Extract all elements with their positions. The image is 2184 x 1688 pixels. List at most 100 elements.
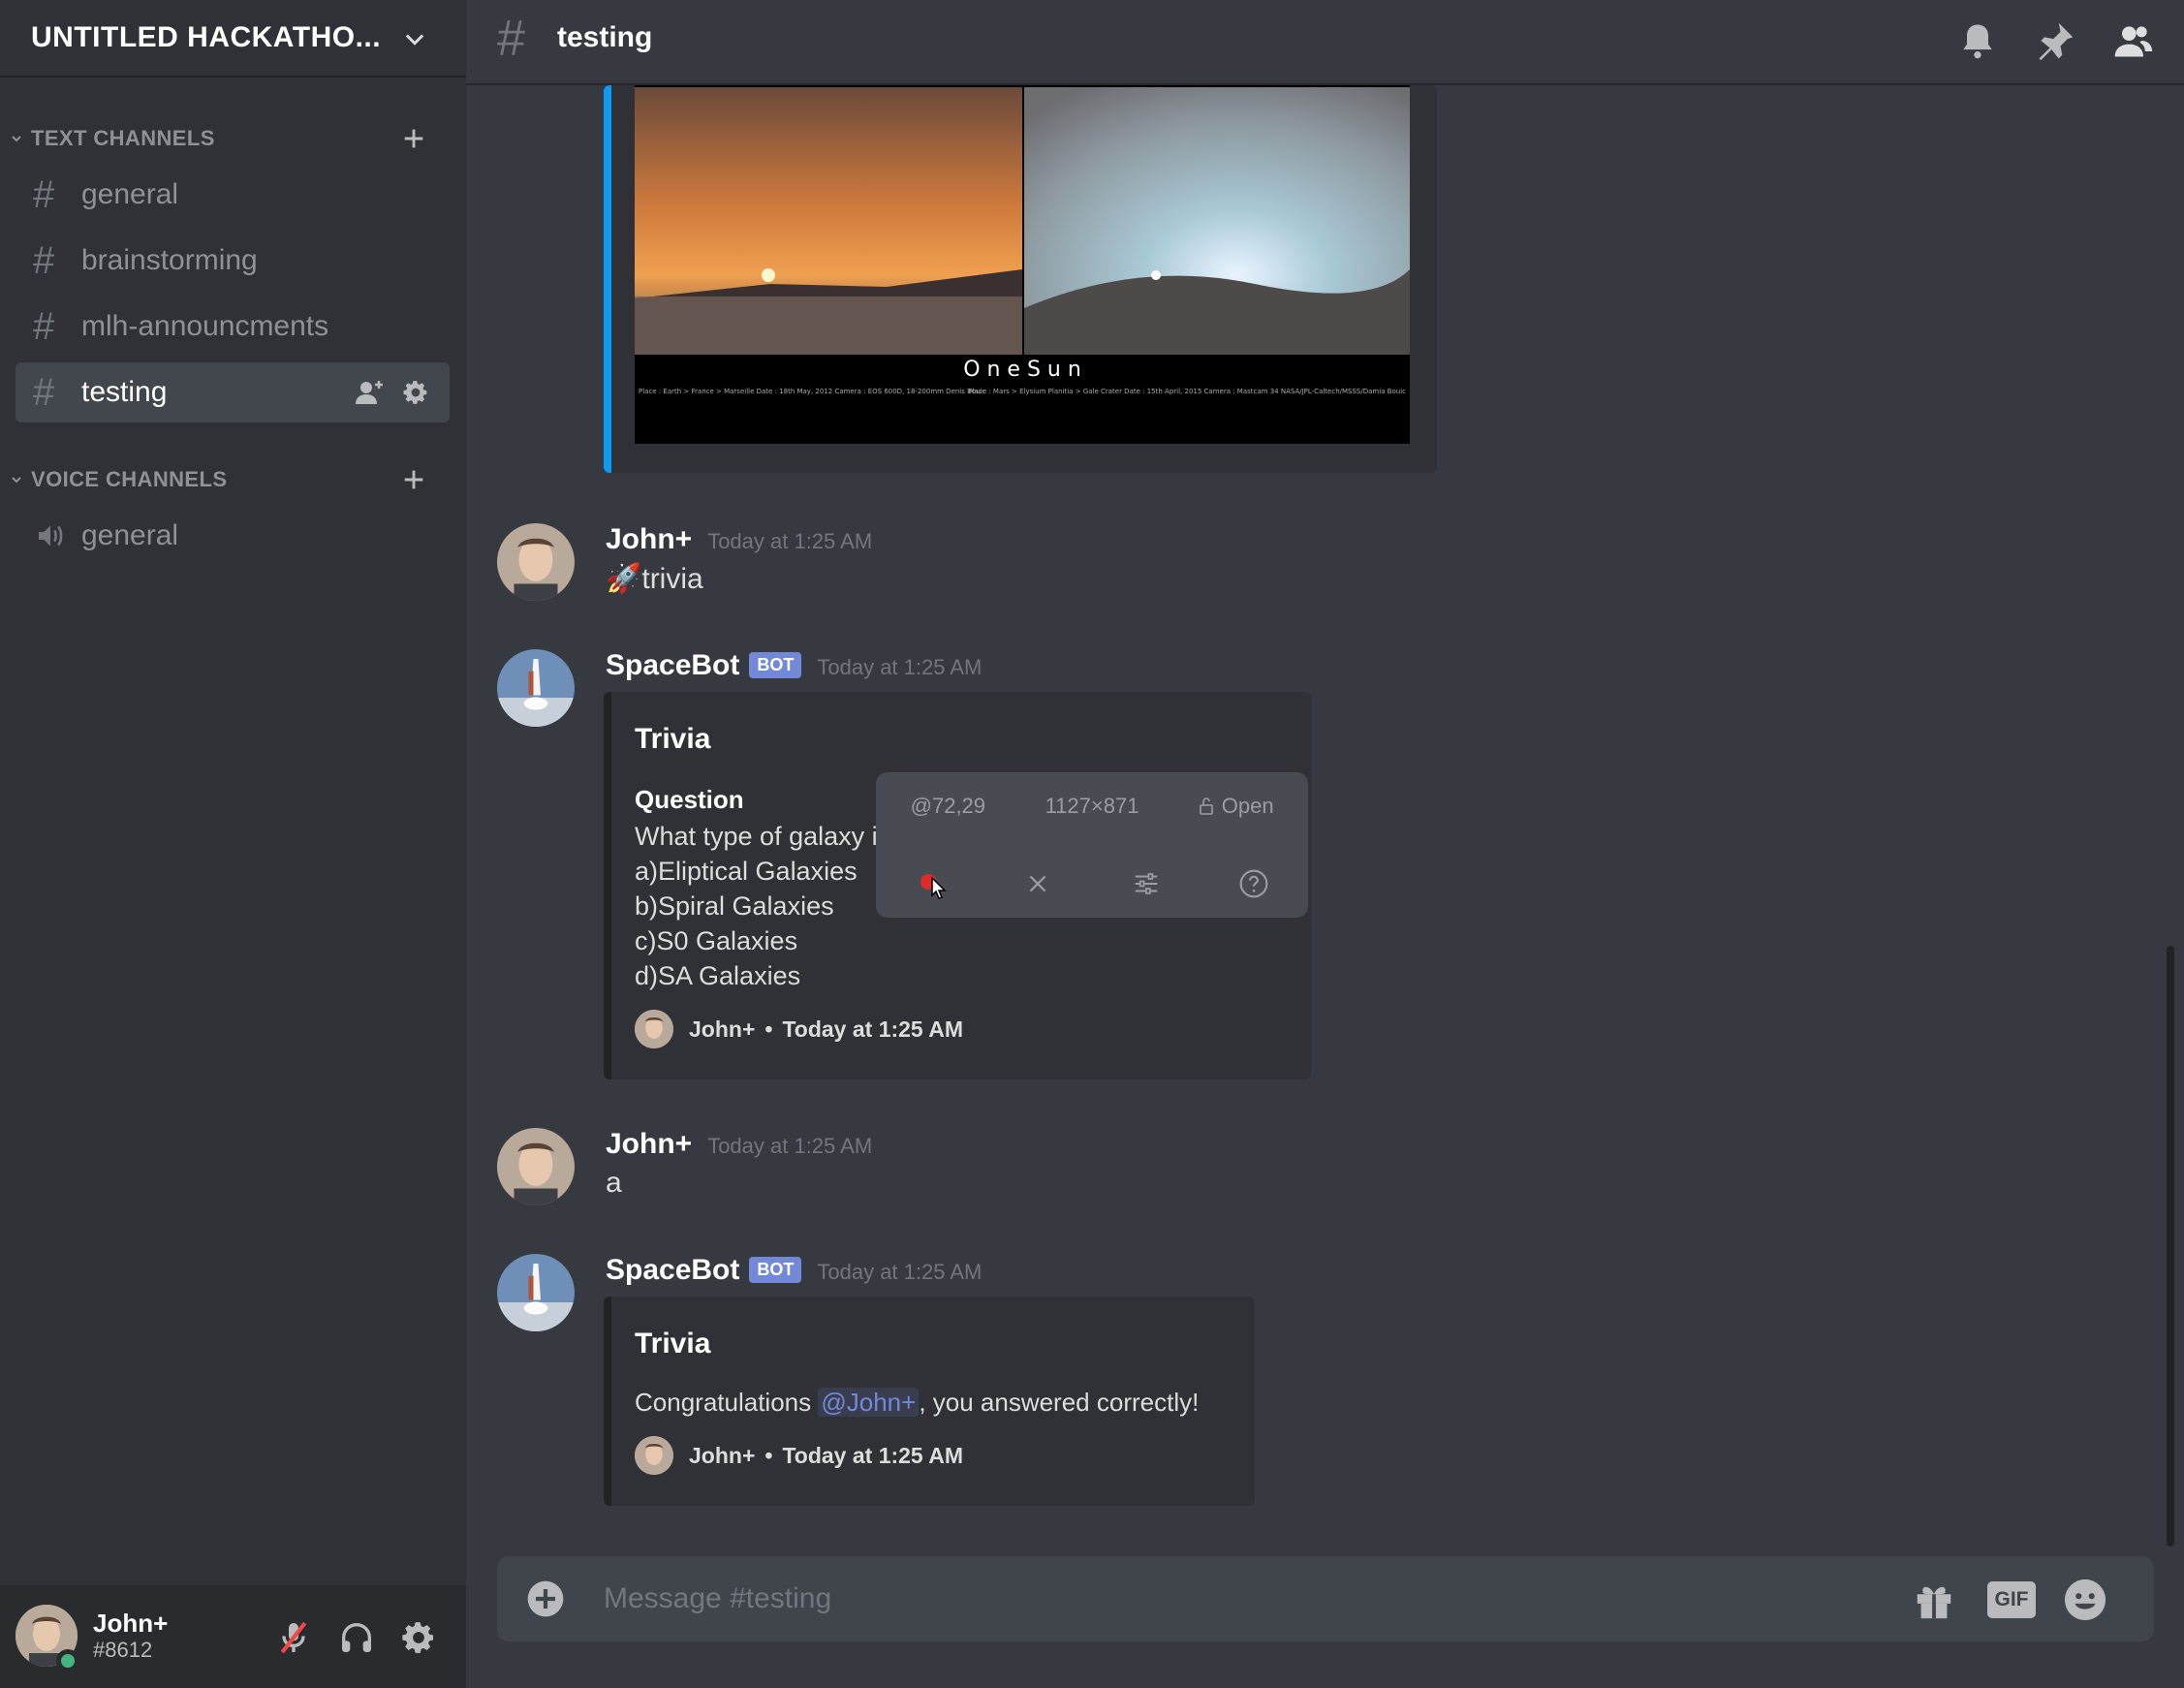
capture-open-button[interactable]: Open [1164, 772, 1308, 840]
avatar[interactable] [497, 649, 575, 727]
embed-description: Congratulations @John+, you answered cor… [635, 1388, 1200, 1417]
sidebar-item-testing[interactable]: # testing [16, 362, 450, 422]
answer-option: d)SA Galaxies [635, 961, 801, 990]
user-mention[interactable]: @John+ [818, 1388, 920, 1417]
server-name: UNTITLED HACKATHO... [31, 21, 382, 53]
gear-icon[interactable] [401, 378, 430, 407]
message: John+ Today at 1:25 AM 🚀trivia [497, 523, 1757, 610]
capture-coordinates: @72,29 [910, 794, 986, 818]
gift-icon[interactable] [1912, 1578, 1956, 1622]
category-text-channels[interactable]: TEXT CHANNELS [10, 119, 436, 158]
category-label: TEXT CHANNELS [31, 126, 215, 150]
server-header[interactable]: UNTITLED HACKATHO... [0, 0, 466, 78]
hash-icon: # [33, 370, 55, 414]
image-caption-left: Place : Earth > France > Marseille Date … [639, 388, 986, 395]
avatar [635, 1010, 673, 1048]
capture-size: 1127×871 [1045, 794, 1139, 818]
channel-header: # testing [466, 0, 2184, 85]
chevron-down-icon[interactable] [401, 25, 428, 52]
gif-button[interactable]: GIF [1987, 1581, 2036, 1618]
answer-option: c)S0 Galaxies [635, 926, 798, 955]
sidebar-item-mlh-announcments[interactable]: # mlh-announcments [16, 297, 450, 357]
footer-separator: • [764, 1442, 773, 1468]
message-input[interactable] [604, 1581, 1863, 1616]
answer-option: a)Eliptical Galaxies [635, 857, 858, 886]
bot-badge: BOT [749, 1257, 802, 1283]
message-timestamp: Today at 1:25 AM [817, 655, 983, 679]
channel-title: testing [557, 21, 653, 53]
add-channel-icon[interactable] [400, 466, 427, 493]
answer-option: b)Spiral Galaxies [635, 891, 834, 921]
close-icon [1029, 875, 1046, 892]
channel-name: mlh-announcments [81, 310, 329, 342]
sidebar-item-brainstorming[interactable]: # brainstorming [16, 231, 450, 291]
footer-time: Today at 1:25 AM [782, 1016, 964, 1042]
add-attachment-icon[interactable] [526, 1579, 565, 1618]
hash-icon: # [33, 172, 55, 216]
gear-icon[interactable] [399, 1618, 438, 1657]
two-worlds-image[interactable]: O n e S u n Place : Earth > France > Mar… [635, 85, 1410, 444]
embed-field-name: Question [635, 785, 744, 814]
username: John+ [93, 1609, 169, 1638]
footer-time: Today at 1:25 AM [782, 1442, 964, 1468]
question-text: What type of galaxy i [635, 822, 878, 851]
embed-footer: John+ • Today at 1:25 AM [635, 1436, 963, 1475]
record-button[interactable] [876, 850, 984, 918]
footer-author: John+ [689, 1442, 756, 1468]
hash-icon: # [33, 238, 55, 282]
message: John+ Today at 1:25 AM a [497, 1128, 1757, 1215]
chevron-down-icon [12, 136, 21, 142]
message-scrollbar[interactable] [2164, 93, 2177, 1547]
user-avatar-image [497, 523, 575, 601]
add-channel-icon[interactable] [400, 125, 427, 152]
message-timestamp: Today at 1:25 AM [817, 1260, 983, 1284]
bot-avatar-image [497, 1254, 575, 1331]
record-icon [920, 874, 947, 899]
user-panel: John+ #8612 [0, 1585, 466, 1688]
channel-name: general [81, 178, 179, 210]
hash-icon: # [497, 11, 525, 67]
avatar[interactable] [497, 1254, 575, 1331]
settings-button[interactable] [1092, 850, 1201, 918]
sunset-comparison-picture: O n e S u n Place : Earth > France > Mar… [635, 85, 1410, 444]
message-content: a [606, 1167, 622, 1199]
close-button[interactable] [984, 850, 1093, 918]
avatar [635, 1436, 673, 1475]
emoji-icon[interactable] [2063, 1578, 2107, 1622]
invite-user-icon[interactable] [355, 378, 386, 407]
footer-author: John+ [689, 1016, 756, 1042]
message-composer: GIF [497, 1556, 2154, 1641]
chat-main: # testing O n e S u n Place: Earth > Fr… [466, 0, 2184, 1688]
unlock-icon [1199, 797, 1213, 815]
headphones-icon[interactable] [337, 1618, 376, 1657]
mute-microphone-icon[interactable] [274, 1618, 313, 1657]
message-author[interactable]: John+ Today at 1:25 AM [606, 1128, 872, 1161]
capture-toolbar: @72,29 1127×871 Open [876, 772, 1308, 918]
message-timestamp: Today at 1:25 AM [707, 1134, 873, 1158]
category-voice-channels[interactable]: VOICE CHANNELS [10, 460, 436, 499]
pin-icon[interactable] [2034, 19, 2076, 62]
message-author[interactable]: SpaceBot BOT Today at 1:25 AM [606, 649, 982, 682]
notification-bell-icon[interactable] [1956, 19, 1999, 62]
channel-name: general [81, 519, 179, 551]
category-label: VOICE CHANNELS [31, 467, 228, 491]
scroll-thumb[interactable] [2167, 946, 2174, 1547]
message-author[interactable]: SpaceBot BOT Today at 1:25 AM [606, 1254, 982, 1287]
image-caption-right: Place : Mars > Elysium Planitia > Gale C… [968, 388, 1406, 395]
sidebar-item-general[interactable]: # general [16, 165, 450, 225]
embed-footer: John+ • Today at 1:25 AM [635, 1010, 963, 1048]
avatar[interactable] [497, 523, 575, 601]
message-author[interactable]: John+ Today at 1:25 AM [606, 523, 872, 556]
sidebar-item-voice-general[interactable]: general [16, 506, 450, 566]
avatar[interactable] [497, 1128, 575, 1205]
embed-title: Trivia [635, 1328, 711, 1360]
member-list-icon[interactable] [2111, 19, 2154, 62]
image-bottom-text: O n e S u n [963, 358, 1081, 382]
embed-title: Trivia [635, 723, 711, 755]
bot-avatar-image [497, 649, 575, 727]
chevron-down-icon [12, 477, 21, 484]
user-avatar-image [497, 1128, 575, 1205]
channel-name: testing [81, 376, 168, 408]
help-button[interactable] [1201, 850, 1309, 918]
hash-icon: # [33, 304, 55, 348]
